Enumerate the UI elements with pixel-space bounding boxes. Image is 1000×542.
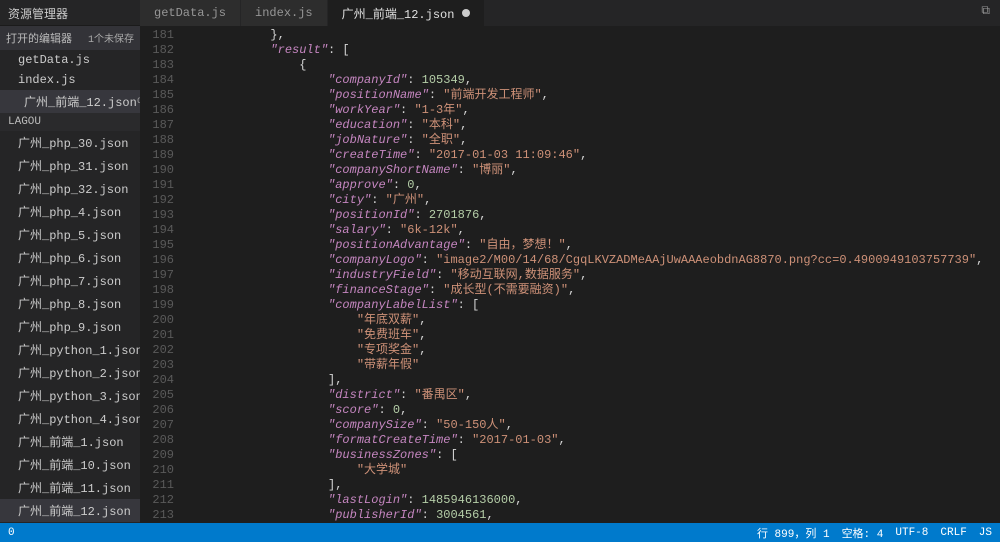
code-area[interactable]: }, "result": [ { "companyId": 105349, "p… [184,26,1000,523]
open-editor-item[interactable]: 广州_前端_12.jsondata [0,90,140,113]
code-line[interactable]: "lastLogin": 1485946136000, [184,493,1000,508]
open-editor-item[interactable]: getData.js [0,50,140,70]
code-line[interactable]: "带薪年假" [184,358,1000,373]
file-item[interactable]: 广州_php_8.json [0,292,140,315]
code-line[interactable]: "salary": "6k-12k", [184,223,1000,238]
tab-0[interactable]: getData.js [140,0,241,26]
code-line[interactable]: "positionAdvantage": "自由，梦想！", [184,238,1000,253]
open-editors-title: 打开的编辑器 [6,30,72,46]
dirty-dot-icon [462,9,470,17]
file-item[interactable]: 广州_python_1.json [0,338,140,361]
code-line[interactable]: "formatCreateTime": "2017-01-03", [184,433,1000,448]
code-line[interactable]: "companyLabelList": [ [184,298,1000,313]
code-line[interactable]: "financeStage": "成长型(不需要融资)", [184,283,1000,298]
tab-bar: getData.js index.js 广州_前端_12.json ⧉ [140,0,1000,26]
open-editor-label: 广州_前端_12.json [24,93,137,110]
file-item[interactable]: 广州_前端_11.json [0,476,140,499]
editor[interactable]: 181 182 183 184 185 186 187 188 189 190 … [140,26,1000,523]
code-line[interactable]: "companySize": "50-150人", [184,418,1000,433]
file-item[interactable]: 广州_php_4.json [0,200,140,223]
code-line[interactable]: "district": "番禺区", [184,388,1000,403]
status-cursor[interactable]: 行 899，列 1 [757,525,830,541]
file-item[interactable]: 广州_php_5.json [0,223,140,246]
file-item[interactable]: 广州_python_2.json [0,361,140,384]
code-line[interactable]: ], [184,373,1000,388]
code-line[interactable]: "city": "广州", [184,193,1000,208]
code-line[interactable]: "companyShortName": "博丽", [184,163,1000,178]
code-line[interactable]: "companyLogo": "image2/M00/14/68/CgqLKVZ… [184,253,1000,268]
file-item[interactable]: 广州_前端_1.json [0,430,140,453]
code-line[interactable]: "createTime": "2017-01-03 11:09:46", [184,148,1000,163]
code-line[interactable]: "result": [ [184,43,1000,58]
open-editors-header[interactable]: 打开的编辑器 1个未保存 [0,26,140,50]
sidebar: 打开的编辑器 1个未保存 getData.js index.js 广州_前端_12.… [0,26,140,523]
status-encoding[interactable]: UTF-8 [895,527,928,539]
file-item[interactable]: 广州_python_4.json [0,407,140,430]
open-editor-label: index.js [18,73,76,87]
file-item[interactable]: 广州_php_9.json [0,315,140,338]
status-bar: 0 行 899，列 1 空格: 4 UTF-8 CRLF JS [0,523,1000,542]
code-line[interactable]: "score": 0, [184,403,1000,418]
code-line[interactable]: "workYear": "1-3年", [184,103,1000,118]
file-item[interactable]: 广州_php_32.json [0,177,140,200]
code-line[interactable]: "positionName": "前端开发工程师", [184,88,1000,103]
code-line[interactable]: "approve": 0, [184,178,1000,193]
code-line[interactable]: "专项奖金", [184,343,1000,358]
file-item[interactable]: 广州_前端_10.json [0,453,140,476]
code-line[interactable]: "businessZones": [ [184,448,1000,463]
code-line[interactable]: "education": "本科", [184,118,1000,133]
code-line[interactable]: "jobNature": "全职", [184,133,1000,148]
tab-label: getData.js [154,6,226,20]
code-line[interactable]: "companyId": 105349, [184,73,1000,88]
tab-1[interactable]: index.js [241,0,328,26]
file-item[interactable]: 广州_前端_12.json [0,499,140,522]
code-line[interactable]: { [184,58,1000,73]
status-left[interactable]: 0 [8,527,15,539]
line-number-gutter: 181 182 183 184 185 186 187 188 189 190 … [140,26,184,523]
code-line[interactable]: "大学城" [184,463,1000,478]
tab-label: index.js [255,6,313,20]
code-line[interactable]: }, [184,28,1000,43]
file-item[interactable]: 广州_php_31.json [0,154,140,177]
split-editor-icon[interactable]: ⧉ [971,0,1000,26]
open-editor-label: getData.js [18,53,90,67]
file-item[interactable]: 广州_python_3.json [0,384,140,407]
status-eol[interactable]: CRLF [940,527,966,539]
code-line[interactable]: "年底双薪", [184,313,1000,328]
code-line[interactable]: "industryField": "移动互联网,数据服务", [184,268,1000,283]
code-line[interactable]: "positionId": 2701876, [184,208,1000,223]
file-item[interactable]: 广州_php_7.json [0,269,140,292]
workspace-header[interactable]: LAGOU [0,113,140,131]
file-item[interactable]: 广州_php_6.json [0,246,140,269]
tab-label: 广州_前端_12.json [342,5,455,22]
open-editor-item[interactable]: index.js [0,70,140,90]
code-line[interactable]: ], [184,478,1000,493]
unsaved-badge: 1个未保存 [88,30,134,46]
code-line[interactable]: "免费班车", [184,328,1000,343]
code-line[interactable]: "publisherId": 3004561, [184,508,1000,523]
explorer-title: 资源管理器 [0,0,140,26]
status-language[interactable]: JS [979,527,992,539]
status-indent[interactable]: 空格: 4 [842,525,884,541]
file-item[interactable]: 广州_php_30.json [0,131,140,154]
tab-2[interactable]: 广州_前端_12.json [328,0,486,26]
